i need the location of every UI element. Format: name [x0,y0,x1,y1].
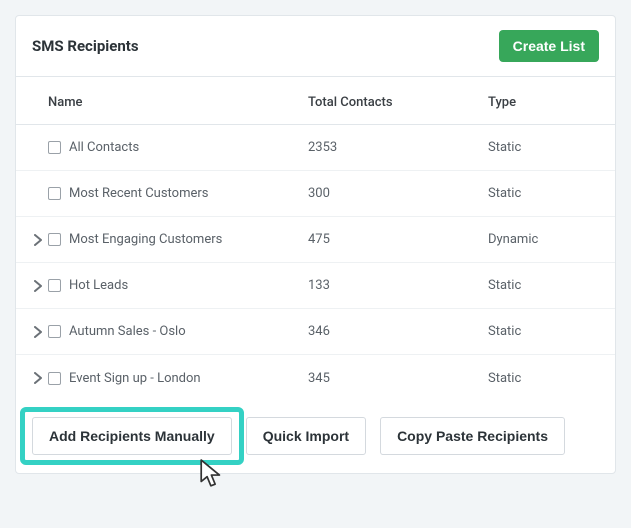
table-row: Event Sign up - London 345Static [16,355,615,401]
expand-icon[interactable] [28,234,48,246]
cursor-icon [200,459,226,489]
table-header: Name Total Contacts Type [16,77,615,125]
sms-recipients-panel: SMS Recipients Create List Name Total Co… [15,15,616,474]
row-checkbox[interactable] [48,141,61,154]
col-header-name: Name [48,95,308,110]
table-row: Most Engaging Customers 475Dynamic [16,217,615,263]
col-header-total: Total Contacts [308,95,488,110]
row-total: 475 [308,232,488,247]
cell-name: Autumn Sales - Oslo [48,324,308,339]
row-total: 2353 [308,140,488,155]
table-row: Hot Leads 133Static [16,263,615,309]
row-total: 345 [308,371,488,386]
row-checkbox[interactable] [48,233,61,246]
table-body: All Contacts2353StaticMost Recent Custom… [16,125,615,401]
row-type: Static [488,140,599,155]
create-list-button[interactable]: Create List [499,30,599,62]
row-type: Static [488,186,599,201]
copy-paste-recipients-button[interactable]: Copy Paste Recipients [380,417,565,455]
expand-icon[interactable] [28,372,48,384]
row-type: Static [488,324,599,339]
panel-header: SMS Recipients Create List [16,16,615,77]
row-type: Dynamic [488,232,599,247]
row-name: Most Engaging Customers [69,232,222,247]
expand-icon[interactable] [28,280,48,292]
expand-icon[interactable] [28,326,48,338]
row-name: Autumn Sales - Oslo [69,324,186,339]
table-row: Autumn Sales - Oslo 346Static [16,309,615,355]
cell-name: Most Engaging Customers [48,232,308,247]
row-total: 346 [308,324,488,339]
panel-title: SMS Recipients [32,37,139,55]
cell-name: Event Sign up - London [48,371,308,386]
col-header-type: Type [488,95,599,110]
row-checkbox[interactable] [48,372,61,385]
row-name: Event Sign up - London [69,371,201,386]
row-type: Static [488,278,599,293]
recipients-table: Name Total Contacts Type All Contacts 235… [16,77,615,401]
row-name: Most Recent Customers [69,186,209,201]
row-type: Static [488,371,599,386]
cell-name: Most Recent Customers [48,186,308,201]
row-total: 133 [308,278,488,293]
add-recipients-manually-button[interactable]: Add Recipients Manually [32,417,232,455]
quick-import-button[interactable]: Quick Import [246,417,366,455]
cell-name: All Contacts [48,140,308,155]
row-checkbox[interactable] [48,325,61,338]
row-checkbox[interactable] [48,187,61,200]
panel-footer: Add Recipients Manually Quick Import Cop… [16,401,615,473]
row-name: All Contacts [69,140,139,155]
table-row: Most Recent Customers 300Static [16,171,615,217]
cell-name: Hot Leads [48,278,308,293]
row-name: Hot Leads [69,278,128,293]
row-checkbox[interactable] [48,279,61,292]
table-row: All Contacts 2353Static [16,125,615,171]
row-total: 300 [308,186,488,201]
